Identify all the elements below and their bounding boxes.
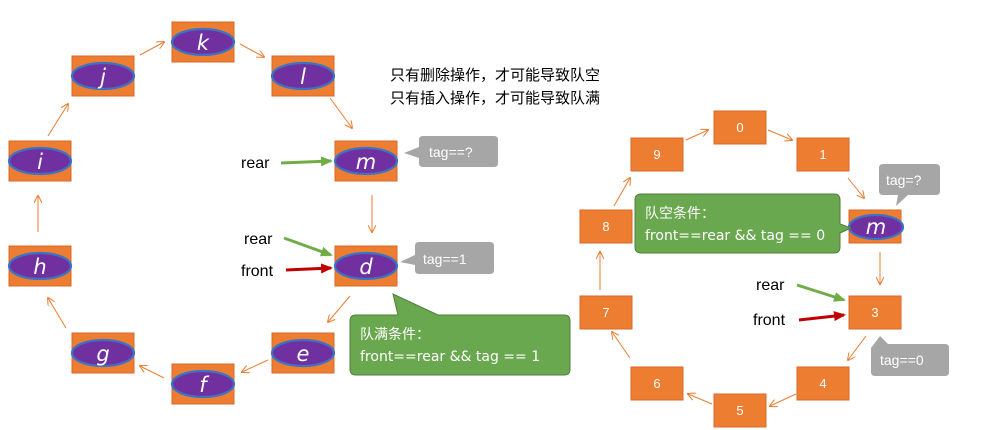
slot-label: 0 — [736, 120, 743, 135]
node-f: f — [170, 363, 236, 405]
node-k: k — [170, 21, 236, 63]
full-condition-title: 队满条件： — [360, 326, 430, 343]
slot-4: 4 — [796, 366, 850, 401]
slot-label: 7 — [602, 305, 609, 320]
bubble-tag-unknown-left: tag==? — [404, 136, 498, 167]
slot-label: 5 — [736, 403, 743, 418]
queue-diagram: 只有删除操作，才可能导致队空 只有插入操作，才可能导致队满 k l m d e … — [7, 21, 949, 428]
note-insert-full: 只有插入操作，才可能导致队满 — [390, 89, 600, 107]
bubble-text: tag=? — [886, 172, 922, 188]
front-arrow-right — [798, 311, 846, 322]
slot-1: 1 — [796, 137, 850, 172]
slot-m: m — [847, 209, 905, 244]
full-condition-bubble: 队满条件： front==rear && tag == 1 — [349, 293, 571, 376]
node-label: m — [866, 215, 886, 239]
slot-3: 3 — [848, 295, 902, 330]
slot-label: 8 — [602, 219, 609, 234]
bubble-tag-zero: tag==0 — [871, 336, 949, 376]
bubble-tag-unknown-right: tag=? — [879, 164, 940, 206]
node-i: i — [7, 140, 73, 182]
node-m: m — [333, 140, 399, 182]
node-g: g — [70, 332, 136, 374]
rear-arrow-top — [280, 156, 333, 167]
rear-arrow-right — [796, 283, 846, 302]
empty-condition-title: 队空条件： — [645, 205, 715, 222]
node-label: m — [356, 150, 376, 174]
slot-5: 5 — [713, 393, 767, 428]
bubble-tag-one: tag==1 — [400, 242, 494, 274]
node-h: h — [7, 245, 73, 287]
slot-label: 6 — [653, 376, 660, 391]
node-label: g — [96, 342, 109, 366]
node-label: e — [297, 342, 310, 366]
rear-label-mid: rear — [244, 231, 273, 248]
slot-0: 0 — [713, 110, 767, 145]
node-e: e — [270, 332, 336, 374]
node-j: j — [70, 55, 136, 97]
node-label: k — [197, 31, 210, 55]
node-label: i — [37, 150, 43, 174]
node-label: h — [33, 255, 46, 279]
node-d: d — [333, 245, 399, 287]
empty-condition-expr: front==rear && tag == 0 — [645, 228, 825, 244]
rear-label-right: rear — [756, 277, 785, 294]
bubble-text: tag==1 — [423, 251, 467, 267]
note-delete-empty: 只有删除操作，才可能导致队空 — [390, 66, 600, 84]
slot-label: 1 — [819, 147, 826, 162]
right-ring: 0 1 m 3 4 5 6 7 8 9 rear front tag=? tag… — [579, 110, 949, 428]
node-l: l — [270, 55, 336, 97]
full-condition-expr: front==rear && tag == 1 — [360, 349, 540, 365]
slot-9: 9 — [630, 137, 684, 172]
rear-arrow-mid — [283, 236, 333, 257]
front-label-mid: front — [241, 263, 274, 280]
front-label-right: front — [753, 312, 786, 329]
node-label: l — [300, 65, 306, 89]
empty-condition-bubble: 队空条件： front==rear && tag == 0 — [634, 193, 853, 254]
rear-label-top: rear — [241, 155, 270, 172]
slot-8: 8 — [579, 209, 633, 244]
node-label: d — [359, 255, 373, 279]
bubble-text: tag==0 — [880, 352, 924, 368]
slot-6: 6 — [630, 366, 684, 401]
bubble-text: tag==? — [429, 144, 473, 160]
slot-label: 3 — [871, 305, 878, 320]
slot-label: 4 — [819, 376, 826, 391]
front-arrow-mid — [285, 263, 333, 274]
slot-7: 7 — [579, 295, 633, 330]
slot-label: 9 — [653, 147, 660, 162]
